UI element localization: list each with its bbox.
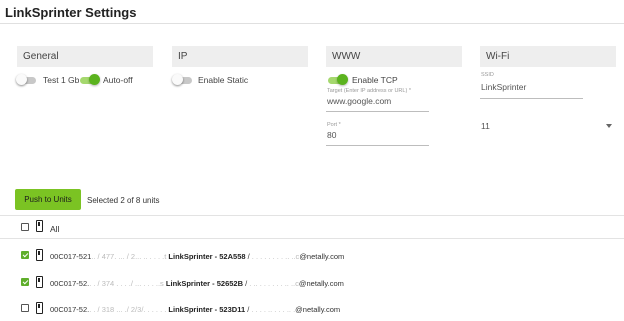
ssid-field-label: SSID (481, 72, 494, 78)
unit-id: 00C017-52. (50, 305, 90, 314)
unit-email-prefix: . . . . .. . . . .. . (251, 305, 296, 314)
ssid-field-underline (480, 98, 583, 99)
auto-off-label: Auto-off (103, 75, 133, 85)
general-panel-header: General (17, 46, 153, 67)
enable-tcp-toggle[interactable] (326, 74, 348, 85)
channel-select[interactable]: 11 (481, 121, 490, 131)
enable-tcp-label: Enable TCP (352, 75, 398, 85)
divider (0, 238, 624, 239)
row-checkbox[interactable] (21, 304, 29, 312)
unit-email: @netally.com (295, 305, 341, 314)
www-panel-header: WWW (326, 46, 462, 67)
device-icon (36, 276, 43, 288)
row-checkbox[interactable] (21, 251, 29, 259)
device-icon (36, 220, 43, 232)
toggle-knob (89, 74, 100, 85)
toggle-knob (16, 74, 27, 85)
select-all-label: All (50, 224, 60, 234)
unit-name: LinkSprinter - 52652B (165, 279, 244, 288)
unit-email: @netally.com (298, 279, 344, 288)
push-to-units-button[interactable]: Push to Units (15, 189, 81, 210)
port-field[interactable]: 80 (327, 130, 336, 140)
ip-panel-header: IP (172, 46, 308, 67)
auto-off-toggle[interactable] (78, 74, 100, 85)
unit-detail: .. / 477. ... / 2... .. . . . .t (91, 252, 167, 261)
unit-email-prefix: . . . . . . . . .. ..c (251, 252, 300, 261)
test-1gb-label: Test 1 Gb (43, 75, 80, 85)
unit-detail: . . / 374 . . . ./ ... . . . ..s (89, 279, 164, 288)
unit-email-prefix: . .. . . . . . . .. ..c (249, 279, 299, 288)
ssid-field[interactable]: LinkSprinter (481, 82, 526, 92)
unit-name: LinkSprinter - 52A558 (168, 252, 246, 261)
test-1gb-toggle[interactable] (16, 74, 38, 85)
device-icon (36, 249, 43, 261)
unit-detail: . . / 318 ... ./ 2/3/. . . . . . (89, 305, 167, 314)
toggle-knob (172, 74, 183, 85)
page-title: LinkSprinter Settings (5, 5, 137, 20)
unit-id: 00C017-52. (50, 279, 90, 288)
target-field-underline (326, 111, 429, 112)
target-field[interactable]: www.google.com (327, 96, 391, 106)
enable-static-label: Enable Static (198, 75, 249, 85)
port-field-underline (326, 145, 429, 146)
table-row[interactable]: 00C017-52.. . / 318 ... ./ 2/3/. . . . .… (50, 305, 340, 314)
row-checkbox[interactable] (21, 278, 29, 286)
table-row[interactable]: 00C017-521.. / 477. ... / 2... .. . . . … (50, 252, 344, 261)
unit-id: 00C017-521 (50, 252, 92, 261)
unit-name: LinkSprinter - 523D11 (168, 305, 246, 314)
select-all-checkbox[interactable] (21, 223, 29, 231)
chevron-down-icon[interactable] (606, 124, 612, 128)
wifi-panel-header: Wi-Fi (480, 46, 616, 67)
table-row[interactable]: 00C017-52.. . / 374 . . . ./ ... . . . .… (50, 279, 344, 288)
divider (0, 215, 624, 216)
enable-static-toggle[interactable] (172, 74, 194, 85)
toggle-knob (337, 74, 348, 85)
selected-count: Selected 2 of 8 units (87, 196, 160, 205)
unit-email: @netally.com (299, 252, 345, 261)
device-icon (36, 302, 43, 314)
port-field-label: Port * (327, 122, 341, 128)
target-field-label: Target (Enter IP address or URL) * (327, 88, 411, 94)
title-bar: LinkSprinter Settings (0, 0, 624, 24)
